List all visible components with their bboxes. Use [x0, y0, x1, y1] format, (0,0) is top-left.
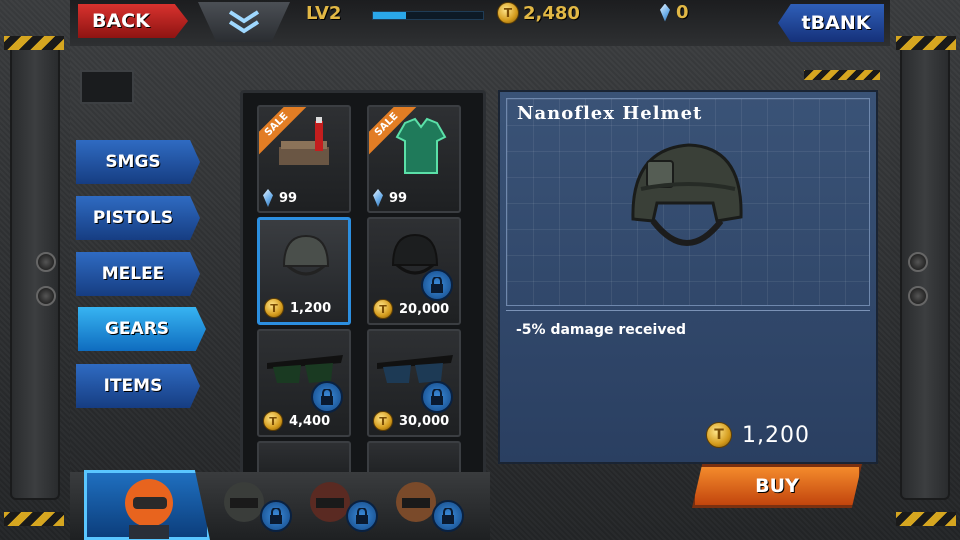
gold-amount: 2,480 [523, 2, 580, 24]
gem-amount: 0 [676, 2, 689, 23]
character-slot-locked[interactable] [386, 476, 468, 536]
right-frame-rail [890, 0, 960, 540]
rail-knob [908, 252, 928, 272]
item-tile-armor-vest[interactable]: SALE 99 [367, 105, 461, 213]
lock-icon [260, 500, 292, 532]
item-tile-helmet-locked[interactable]: T 20,000 [367, 217, 461, 325]
active-character-card[interactable] [84, 470, 210, 540]
item-tile-medkit[interactable]: SALE 99 [257, 105, 351, 213]
category-pistols-button[interactable]: PISTOLS [76, 196, 200, 240]
item-grid: SALE 99 SALE 99 T 1,200 T 20,000 T 4,400… [240, 90, 486, 486]
xp-progress-bar [372, 11, 484, 20]
left-rail-panel [10, 40, 60, 500]
shop-screen: BACK LV2 T 2,480 0 tBANK SMGS PISTOLS ME… [0, 0, 960, 540]
item-tile-goggles-blue[interactable]: T 30,000 [367, 329, 461, 437]
medkit-icon [279, 117, 329, 165]
item-cost: T 1,200 [706, 422, 810, 448]
player-level: LV2 [306, 3, 342, 24]
buy-button[interactable]: BUY [692, 464, 862, 508]
rail-knob [36, 286, 56, 306]
item-cost-value: 1,200 [742, 422, 810, 448]
category-items-button[interactable]: ITEMS [76, 364, 200, 408]
gem-icon [660, 3, 670, 22]
gold-coin-icon: T [373, 299, 393, 319]
item-price: 99 [373, 189, 407, 207]
armor-vest-icon [395, 117, 447, 174]
machinery-decoration [80, 70, 134, 104]
gem-icon [263, 189, 273, 207]
right-rail-panel [900, 40, 950, 500]
item-price-value: 30,000 [399, 413, 450, 429]
tbank-button[interactable]: tBANK [778, 4, 884, 42]
lock-icon [311, 381, 343, 413]
gem-icon [373, 189, 383, 207]
hazard-stripe [896, 512, 956, 526]
item-price: 99 [263, 189, 297, 207]
double-chevron-down-icon [228, 10, 260, 34]
item-name: Nanoflex Helmet [517, 103, 703, 124]
item-preview-area: Nanoflex Helmet [506, 98, 870, 306]
character-slot-locked[interactable] [300, 476, 382, 536]
item-detail-panel: Nanoflex Helmet -5% damage received T 1,… [498, 90, 878, 464]
hazard-stripe [4, 36, 64, 50]
item-price-value: 99 [389, 190, 408, 206]
hero-portrait-icon [125, 479, 173, 539]
category-smgs-button[interactable]: SMGS [76, 140, 200, 184]
category-gears-button[interactable]: GEARS [78, 307, 206, 351]
hazard-stripe [4, 512, 64, 526]
helmet-preview-icon [631, 143, 743, 246]
rail-knob [36, 252, 56, 272]
item-tile-nanoflex-helmet[interactable]: T 1,200 [257, 217, 351, 325]
back-button[interactable]: BACK [78, 4, 188, 38]
lock-icon [421, 381, 453, 413]
gold-coin-icon: T [706, 422, 732, 448]
item-price: T 1,200 [264, 298, 331, 318]
item-description: -5% damage received [516, 322, 686, 338]
item-tile-goggles[interactable]: T 4,400 [257, 329, 351, 437]
item-price: T 20,000 [373, 299, 449, 319]
item-price-value: 1,200 [290, 300, 332, 316]
detail-divider [506, 310, 870, 311]
lock-icon [421, 269, 453, 301]
gem-balance: 0 [660, 2, 689, 23]
hazard-stripe [896, 36, 956, 50]
gold-coin-icon: T [264, 298, 284, 318]
hazard-stripe [804, 70, 880, 80]
character-slot-locked[interactable] [214, 476, 296, 536]
item-price-value: 20,000 [399, 301, 450, 317]
item-price: T 4,400 [263, 411, 330, 431]
xp-progress-fill [373, 12, 406, 19]
lock-icon [432, 500, 464, 532]
gold-coin-icon: T [263, 411, 283, 431]
gold-coin-icon: T [373, 411, 393, 431]
rail-knob [908, 286, 928, 306]
item-price-value: 99 [279, 190, 298, 206]
gold-coin-icon: T [497, 2, 519, 24]
left-frame-rail [0, 0, 70, 540]
helmet-icon [282, 234, 330, 276]
item-price: T 30,000 [373, 411, 449, 431]
top-bar [70, 0, 890, 49]
category-melee-button[interactable]: MELEE [76, 252, 200, 296]
lock-icon [346, 500, 378, 532]
item-price-value: 4,400 [289, 413, 331, 429]
gold-balance: T 2,480 [497, 2, 580, 24]
